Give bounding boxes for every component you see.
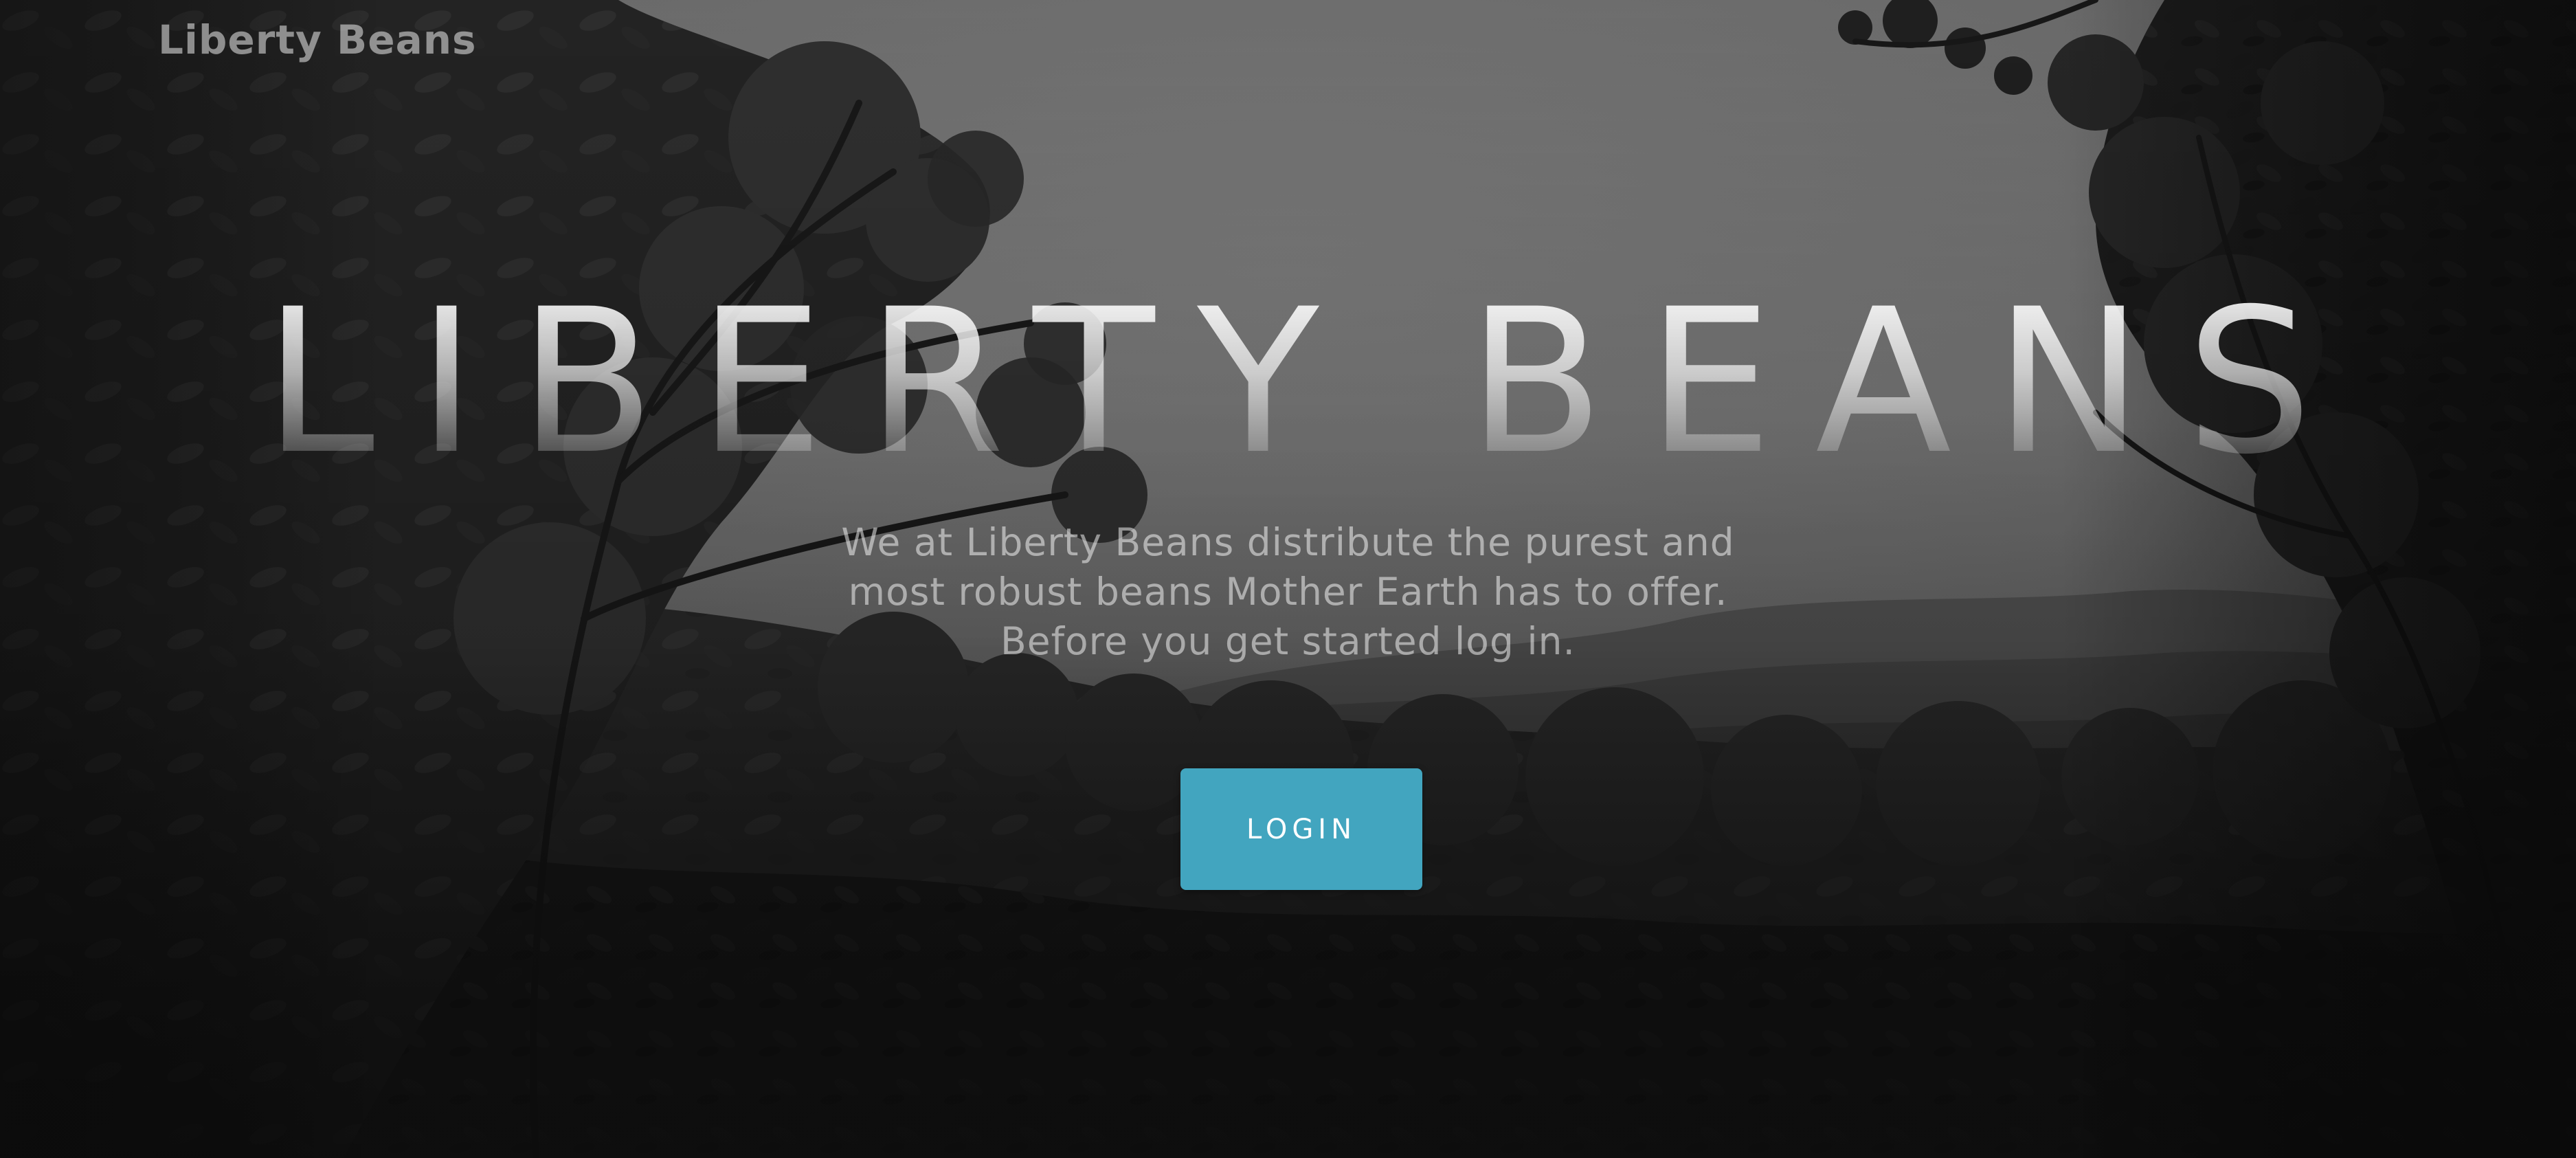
login-button[interactable]: LOGIN — [1180, 768, 1422, 890]
hero-description: We at Liberty Beans distribute the pures… — [804, 517, 1772, 666]
hero-description-line: Before you get started log in. — [1000, 619, 1576, 663]
hero-title: LIBERTY BEANS — [0, 283, 2576, 482]
landing-page: Liberty Beans LIBERTY BEANS We at Libert… — [0, 0, 2576, 1158]
masthead: LIBERTY BEANS We at Liberty Beans distri… — [0, 0, 2576, 1158]
hero-description-line: We at Liberty Beans distribute the pures… — [841, 520, 1735, 564]
hero-description-line: most robust beans Mother Earth has to of… — [848, 570, 1728, 614]
